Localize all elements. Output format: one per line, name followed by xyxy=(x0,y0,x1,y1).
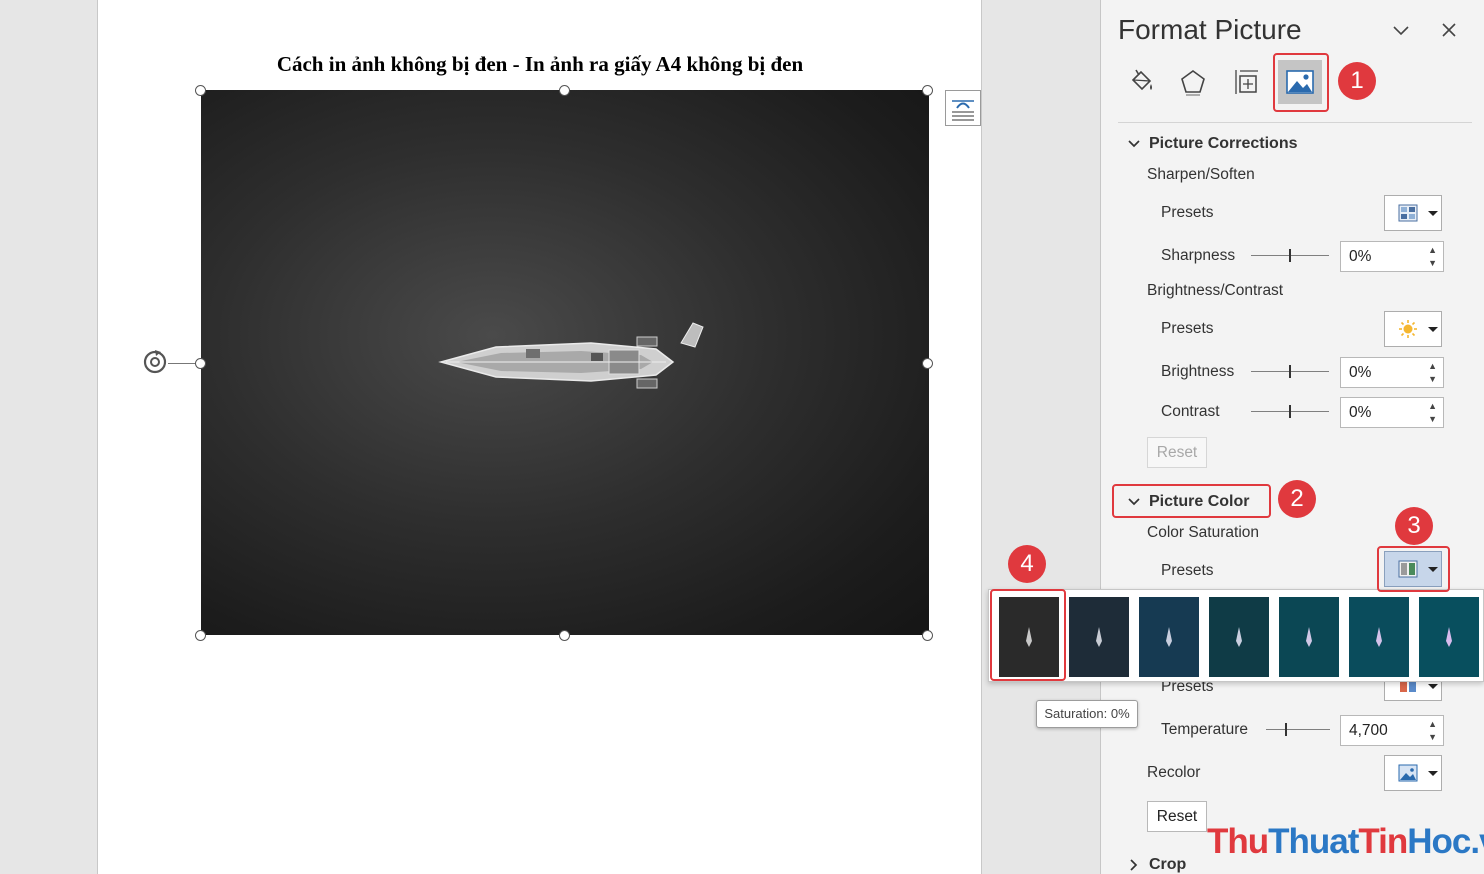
temperature-value: 4,700 xyxy=(1349,722,1388,739)
step-badge-4: 4 xyxy=(1008,545,1046,583)
resize-handle-bottom-right[interactable] xyxy=(922,630,933,641)
resize-handle-bottom[interactable] xyxy=(559,630,570,641)
resize-handle-top-left[interactable] xyxy=(195,85,206,96)
brightness-slider[interactable] xyxy=(1251,365,1329,379)
watermark-part: Thuat xyxy=(1268,822,1359,861)
step-badge-3: 3 xyxy=(1395,507,1433,545)
brightness-label: Brightness xyxy=(1161,363,1235,380)
resize-handle-bottom-left[interactable] xyxy=(195,630,206,641)
temperature-input[interactable]: 4,700 ▲ ▼ xyxy=(1340,715,1444,746)
resize-handle-left[interactable] xyxy=(195,358,206,369)
contrast-label: Contrast xyxy=(1161,403,1220,420)
close-icon[interactable] xyxy=(1439,20,1459,40)
saturation-swatch[interactable] xyxy=(1209,597,1269,677)
brightness-presets-label: Presets xyxy=(1161,320,1214,337)
temperature-label: Temperature xyxy=(1161,721,1249,738)
picture-corrections-label: Picture Corrections xyxy=(1149,135,1298,152)
rotate-connector xyxy=(168,363,195,364)
highlight-picture-color xyxy=(1112,484,1271,518)
selected-picture[interactable] xyxy=(201,90,929,635)
saturation-swatch[interactable] xyxy=(1419,597,1479,677)
saturation-swatch[interactable] xyxy=(1279,597,1339,677)
temperature-slider[interactable] xyxy=(1266,723,1344,737)
crop-header[interactable]: Crop xyxy=(1127,856,1186,874)
saturation-swatch[interactable] xyxy=(1139,597,1199,677)
sharpness-input[interactable]: 0% ▲ ▼ xyxy=(1340,241,1444,272)
brightness-value: 0% xyxy=(1349,364,1372,381)
resize-handle-right[interactable] xyxy=(922,358,933,369)
picture-icon xyxy=(1398,764,1418,782)
highlight-picture-tab xyxy=(1273,53,1329,112)
recolor-dropdown[interactable] xyxy=(1384,755,1442,791)
corrections-reset-button[interactable]: Reset xyxy=(1147,437,1207,468)
highlight-saturation-swatch xyxy=(990,589,1066,681)
spin-arrows-icon[interactable]: ▲ ▼ xyxy=(1428,718,1437,744)
spin-arrows-icon[interactable]: ▲ ▼ xyxy=(1428,360,1437,386)
watermark-part: Tin xyxy=(1358,822,1408,861)
sun-icon xyxy=(1399,320,1417,338)
spin-arrows-icon[interactable]: ▲ ▼ xyxy=(1428,244,1437,270)
tab-fill-line[interactable] xyxy=(1119,60,1163,104)
spin-arrows-icon[interactable]: ▲ ▼ xyxy=(1428,400,1437,426)
color-saturation-label: Color Saturation xyxy=(1147,524,1260,541)
watermark-part: Thu xyxy=(1207,822,1269,861)
watermark-part: Hoc xyxy=(1407,822,1471,861)
watermark-part: .vn xyxy=(1470,822,1484,861)
contrast-value: 0% xyxy=(1349,404,1372,421)
paint-bucket-icon xyxy=(1131,69,1152,91)
resize-handle-top-right[interactable] xyxy=(922,85,933,96)
saturation-presets-label: Presets xyxy=(1161,562,1214,579)
rotate-icon[interactable] xyxy=(141,347,169,375)
crop-label: Crop xyxy=(1149,856,1187,873)
saturation-tooltip: Saturation: 0% xyxy=(1036,700,1138,728)
saturation-swatch[interactable] xyxy=(1349,597,1409,677)
pentagon-icon xyxy=(1181,70,1205,96)
resize-handle-top[interactable] xyxy=(559,85,570,96)
sharpen-soften-label: Sharpen/Soften xyxy=(1147,166,1255,183)
contrast-slider[interactable] xyxy=(1251,405,1329,419)
caret-down-icon xyxy=(1428,770,1438,776)
step-badge-2: 2 xyxy=(1278,480,1316,518)
chevron-right-icon xyxy=(1130,859,1138,871)
caret-down-icon xyxy=(1428,326,1438,332)
pane-title: Format Picture xyxy=(1118,14,1302,45)
sharpness-label: Sharpness xyxy=(1161,247,1236,264)
sharpen-preset-icon xyxy=(1398,204,1418,222)
tabs-divider xyxy=(1118,122,1472,123)
color-reset-button[interactable]: Reset xyxy=(1147,801,1207,832)
step-badge-1: 1 xyxy=(1338,62,1376,100)
sharpness-slider[interactable] xyxy=(1251,249,1329,263)
picture-corrections-header[interactable]: Picture Corrections xyxy=(1127,135,1297,153)
document-page[interactable]: Cách in ảnh không bị đen - In ảnh ra giấ… xyxy=(97,0,982,874)
chevron-down-icon xyxy=(1128,140,1140,148)
sharpness-value: 0% xyxy=(1349,248,1372,265)
brightness-contrast-label: Brightness/Contrast xyxy=(1147,282,1284,299)
document-title[interactable]: Cách in ảnh không bị đen - In ảnh ra giấ… xyxy=(250,52,830,77)
contrast-input[interactable]: 0% ▲ ▼ xyxy=(1340,397,1444,428)
sharpen-presets-dropdown[interactable] xyxy=(1384,195,1442,231)
chevron-down-icon[interactable] xyxy=(1391,20,1411,40)
format-picture-pane: Format Picture Picture Corrections Sharp… xyxy=(1100,0,1484,874)
recolor-label: Recolor xyxy=(1147,764,1201,781)
caret-down-icon xyxy=(1428,210,1438,216)
saturation-swatch[interactable] xyxy=(1069,597,1129,677)
brightness-input[interactable]: 0% ▲ ▼ xyxy=(1340,357,1444,388)
brightness-presets-dropdown[interactable] xyxy=(1384,311,1442,347)
highlight-saturation-presets xyxy=(1377,546,1450,592)
tab-effects[interactable] xyxy=(1171,60,1215,104)
size-position-icon xyxy=(1235,70,1258,94)
boat-illustration xyxy=(438,322,704,389)
watermark-logo: ThuThuatTinHoc.vn xyxy=(1207,822,1484,862)
layout-options-icon[interactable] xyxy=(945,90,981,126)
tab-size-properties[interactable] xyxy=(1225,60,1269,104)
sharpen-presets-label: Presets xyxy=(1161,204,1214,221)
caret-down-icon xyxy=(1428,683,1438,689)
